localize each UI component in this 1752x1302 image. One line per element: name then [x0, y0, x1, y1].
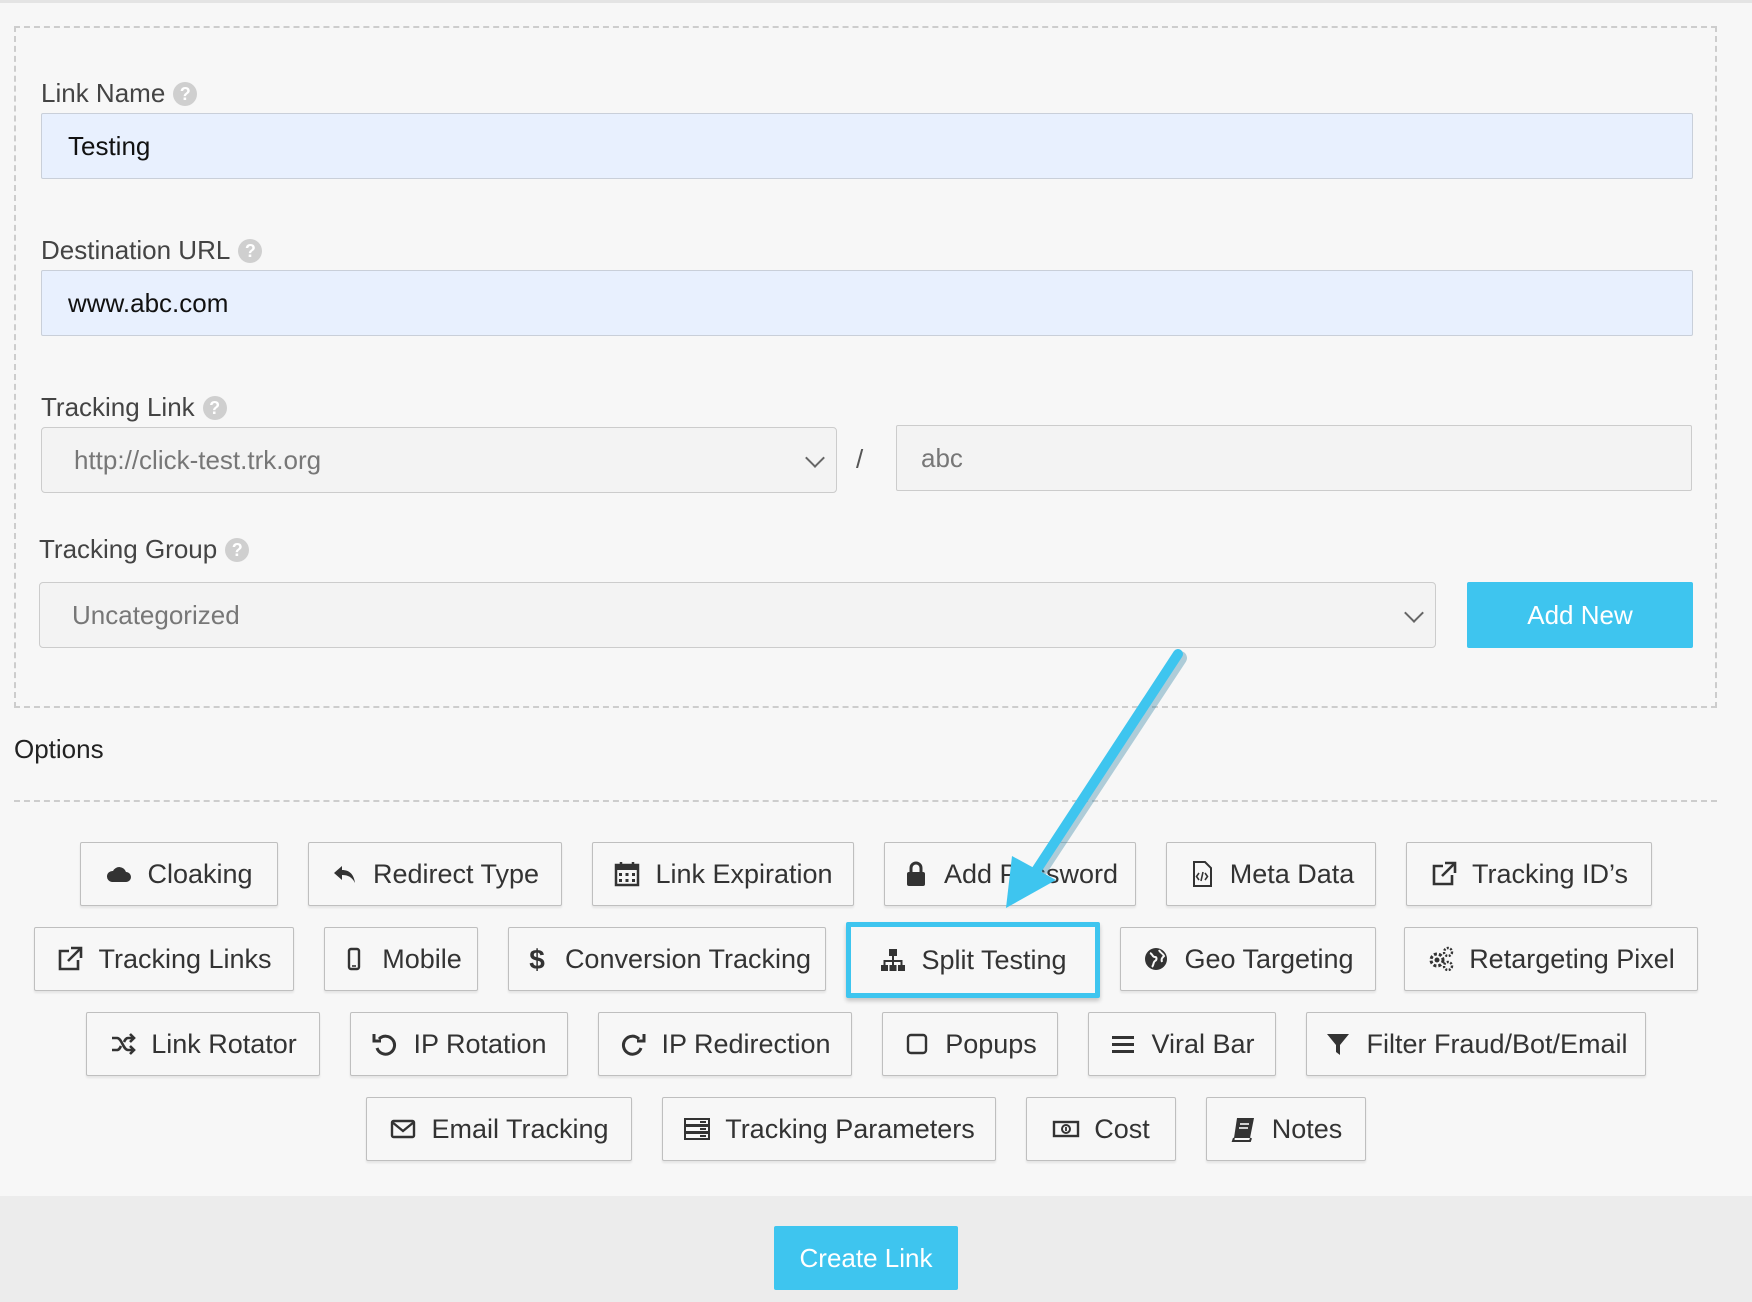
chevron-down-icon	[805, 448, 825, 468]
server-icon	[683, 1115, 711, 1143]
option-notes-button[interactable]: Notes	[1206, 1097, 1366, 1161]
destination-url-help-icon[interactable]: ?	[238, 238, 263, 263]
tracking-domain-select[interactable]: http://click-test.trk.org	[41, 427, 837, 493]
option-meta-data-button[interactable]: Meta Data	[1166, 842, 1376, 906]
tracking-group-help-icon[interactable]: ?	[225, 537, 250, 562]
tracking-link-label: Tracking Link ?	[41, 392, 227, 423]
shuffle-icon	[109, 1030, 137, 1058]
calendar-icon	[613, 860, 641, 888]
options-divider	[14, 800, 1717, 802]
money-icon	[1052, 1115, 1080, 1143]
option-mobile-button[interactable]: Mobile	[324, 927, 478, 991]
create-link-button[interactable]: Create Link	[774, 1226, 958, 1290]
cogs-icon	[1427, 945, 1455, 973]
option-ip-redirection-button[interactable]: IP Redirection	[598, 1012, 852, 1076]
external-link-icon	[56, 945, 84, 973]
lock-icon	[902, 860, 930, 888]
option-tracking-parameters-button[interactable]: Tracking Parameters	[662, 1097, 996, 1161]
link-name-help-icon[interactable]: ?	[173, 81, 198, 106]
code-file-icon	[1188, 860, 1216, 888]
tracking-slug-input[interactable]	[896, 425, 1692, 491]
chevron-down-icon	[1404, 603, 1424, 623]
option-link-rotator-button[interactable]: Link Rotator	[86, 1012, 320, 1076]
option-cost-button[interactable]: Cost	[1026, 1097, 1176, 1161]
tracking-link-separator: /	[856, 444, 864, 474]
square-icon	[903, 1030, 931, 1058]
top-divider	[0, 0, 1752, 3]
option-conversion-tracking-button[interactable]: $ Conversion Tracking	[508, 927, 826, 991]
option-retargeting-pixel-button[interactable]: Retargeting Pixel	[1404, 927, 1698, 991]
option-cloaking-button[interactable]: Cloaking	[80, 842, 278, 906]
add-new-group-button[interactable]: Add New	[1467, 582, 1693, 648]
reply-icon	[331, 860, 359, 888]
tracking-link-help-icon[interactable]: ?	[202, 395, 227, 420]
option-popups-button[interactable]: Popups	[882, 1012, 1058, 1076]
options-heading: Options	[14, 734, 104, 764]
dollar-icon: $	[523, 945, 551, 973]
option-tracking-ids-button[interactable]: Tracking ID’s	[1406, 842, 1652, 906]
envelope-icon	[389, 1115, 417, 1143]
book-icon	[1230, 1115, 1258, 1143]
redo-icon	[619, 1030, 647, 1058]
option-email-tracking-button[interactable]: Email Tracking	[366, 1097, 632, 1161]
option-split-testing-button[interactable]: Split Testing	[846, 922, 1100, 998]
sitemap-icon	[879, 946, 907, 974]
option-add-password-button[interactable]: Add Password	[884, 842, 1136, 906]
option-ip-rotation-button[interactable]: IP Rotation	[350, 1012, 568, 1076]
globe-icon	[1142, 945, 1170, 973]
option-viral-bar-button[interactable]: Viral Bar	[1088, 1012, 1276, 1076]
option-tracking-links-button[interactable]: Tracking Links	[34, 927, 294, 991]
mobile-icon	[340, 945, 368, 973]
destination-url-label: Destination URL ?	[41, 235, 263, 266]
undo-icon	[371, 1030, 399, 1058]
svg-text:$: $	[529, 945, 545, 973]
link-name-input[interactable]	[41, 113, 1693, 179]
tracking-group-select[interactable]: Uncategorized	[39, 582, 1436, 648]
option-geo-targeting-button[interactable]: Geo Targeting	[1120, 927, 1376, 991]
filter-icon	[1324, 1030, 1352, 1058]
option-filter-fraud-button[interactable]: Filter Fraud/Bot/Email	[1306, 1012, 1646, 1076]
destination-url-input[interactable]	[41, 270, 1693, 336]
link-name-label: Link Name ?	[41, 78, 198, 109]
option-redirect-type-button[interactable]: Redirect Type	[308, 842, 562, 906]
cloud-icon	[105, 860, 133, 888]
tracking-group-label: Tracking Group ?	[39, 534, 250, 565]
option-link-expiration-button[interactable]: Link Expiration	[592, 842, 854, 906]
bars-icon	[1109, 1030, 1137, 1058]
external-link-icon	[1430, 860, 1458, 888]
